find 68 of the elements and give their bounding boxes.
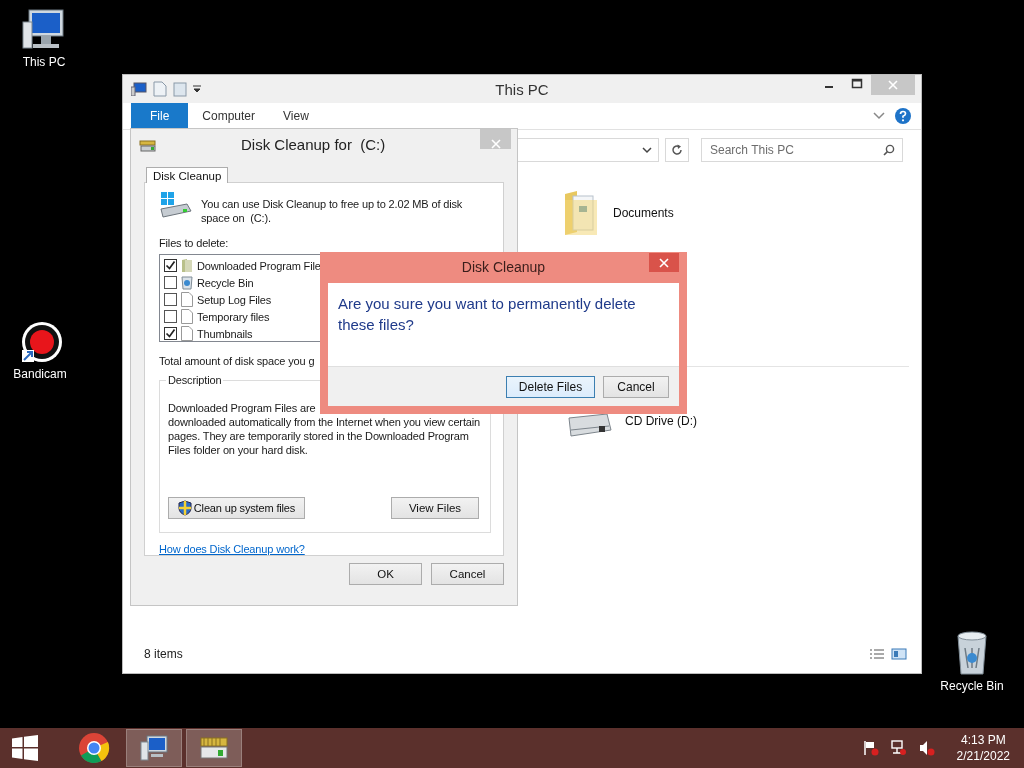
item-label[interactable]: CD Drive (D:) — [625, 414, 697, 428]
file-icon — [181, 309, 193, 324]
file-icon — [181, 292, 193, 307]
desktop-icon-label[interactable]: Bandicam — [13, 367, 67, 381]
description-line: Downloaded Program Files are — [168, 401, 317, 415]
checkbox[interactable] — [164, 259, 177, 272]
checkbox[interactable] — [164, 276, 177, 289]
speaker-icon[interactable] — [918, 740, 935, 756]
shield-icon — [177, 500, 192, 516]
dialog-button[interactable]: OK — [349, 563, 422, 585]
clock-date[interactable]: 2/21/2022 — [956, 748, 1010, 764]
files-label: Files to delete: — [159, 237, 230, 249]
dialog-button[interactable]: Cancel — [431, 563, 504, 585]
ribbon-tab[interactable]: File — [131, 103, 189, 129]
checkbox[interactable] — [164, 327, 177, 340]
file-name[interactable]: Downloaded Program File — [197, 259, 321, 272]
computer-icon[interactable] — [131, 82, 147, 96]
network-icon[interactable] — [890, 740, 907, 756]
dialog-message: Are you sure you want to permanently delete these files? — [338, 294, 637, 335]
file-name[interactable]: Recycle Bin — [197, 276, 254, 289]
window-title: Disk Cleanup for (C:) — [241, 136, 386, 153]
tab[interactable]: Disk Cleanup — [146, 167, 229, 183]
computer-icon[interactable] — [21, 8, 67, 52]
status-text: 8 items — [144, 647, 183, 661]
cleanup-taskbar-button[interactable] — [186, 729, 242, 767]
ribbon-tab[interactable]: View — [269, 103, 323, 129]
dialog-title: Disk Cleanup — [460, 259, 547, 275]
group-title: Description — [166, 374, 224, 386]
cleanup-system-button[interactable]: Clean up system files — [168, 497, 305, 519]
folder-icon — [181, 258, 193, 273]
window-title: This PC — [494, 80, 550, 98]
search-icon[interactable] — [883, 144, 895, 156]
drive-icon — [159, 191, 193, 219]
refresh-icon[interactable] — [671, 144, 683, 156]
close-icon[interactable] — [659, 257, 669, 268]
flag-icon[interactable] — [862, 740, 879, 756]
file-name[interactable]: Temporary files — [197, 310, 270, 323]
description-line: downloaded automatically from the Internet when you view certain — [168, 415, 482, 429]
refresh-button[interactable] — [665, 138, 689, 162]
total-label: Total amount of disk space you g — [159, 355, 316, 367]
dialog-button[interactable]: Delete Files — [506, 375, 595, 398]
clock-time[interactable]: 4:13 PM — [960, 732, 1006, 748]
recycle-bin-icon — [181, 275, 193, 290]
checkbox[interactable] — [164, 310, 177, 323]
file-name[interactable]: Setup Log Files — [197, 293, 272, 306]
close-button[interactable] — [649, 253, 679, 272]
disk-cleanup-icon[interactable] — [139, 138, 157, 152]
intro-text: You can use Disk Cleanup to free up to 2.02 MB of disk space on (C:). — [201, 197, 464, 225]
desktop-icon-label[interactable]: This PC — [22, 55, 66, 69]
tiles-view-icon[interactable] — [891, 648, 907, 660]
caret-icon[interactable] — [193, 85, 201, 93]
view-files-button[interactable]: View Files — [391, 497, 479, 519]
browser-icon[interactable] — [78, 732, 110, 764]
help-icon[interactable] — [895, 108, 911, 124]
file-name[interactable]: Thumbnails — [197, 327, 253, 340]
checkbox[interactable] — [164, 293, 177, 306]
explorer-taskbar-button[interactable] — [126, 729, 182, 767]
dialog-button[interactable]: Cancel — [603, 375, 669, 398]
help-link[interactable]: How does Disk Cleanup work? — [159, 543, 305, 555]
description-line: pages. They are temporarily stored in the Downloaded Program — [168, 429, 470, 443]
search-field[interactable]: Search This PC — [701, 138, 903, 162]
ribbon-tab[interactable]: Computer — [188, 103, 270, 129]
disk-cleanup-icon[interactable] — [198, 735, 230, 761]
start-icon[interactable] — [12, 735, 38, 761]
description-line: Files folder on your hard disk. — [168, 443, 309, 457]
desktop-icon-label[interactable]: Recycle Bin — [940, 679, 1004, 693]
item-label[interactable]: Documents — [613, 206, 674, 220]
chevron-down-icon[interactable] — [873, 112, 885, 120]
